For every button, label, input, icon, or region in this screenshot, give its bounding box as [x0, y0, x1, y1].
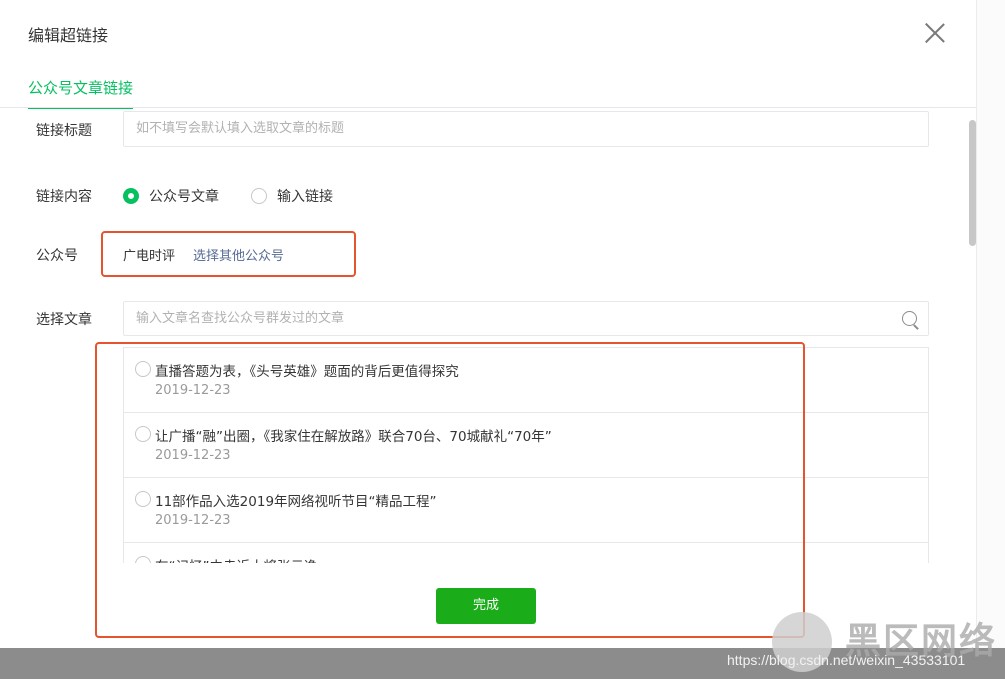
- account-label: 公众号: [36, 248, 78, 264]
- radio-input-link-label: 输入链接: [277, 189, 333, 205]
- highlight-box-account: [101, 231, 356, 277]
- edit-hyperlink-dialog: 编辑超链接 公众号文章链接 链接标题 如不填写会默认填入选取文章的标题 链接内容…: [0, 0, 976, 648]
- radio-input-link[interactable]: 输入链接: [251, 186, 333, 206]
- scrollbar-track[interactable]: [976, 0, 1005, 648]
- link-title-input[interactable]: 如不填写会默认填入选取文章的标题: [123, 111, 929, 147]
- close-icon[interactable]: [922, 20, 948, 46]
- link-content-label: 链接内容: [36, 189, 92, 205]
- select-article-label: 选择文章: [36, 312, 92, 328]
- radio-article[interactable]: 公众号文章: [123, 186, 219, 206]
- radio-checked-icon: [123, 188, 139, 204]
- link-title-label: 链接标题: [36, 123, 92, 139]
- scrollbar-thumb[interactable]: [969, 120, 976, 246]
- tab-article-link[interactable]: 公众号文章链接: [28, 77, 134, 109]
- watermark-url: https://blog.csdn.net/weixin_43533101: [727, 652, 966, 668]
- tabs-divider: [0, 107, 976, 108]
- radio-article-label: 公众号文章: [149, 189, 219, 205]
- radio-unchecked-icon: [251, 188, 267, 204]
- article-search-input[interactable]: 输入文章名查找公众号群发过的文章: [123, 301, 929, 336]
- dialog-title: 编辑超链接: [28, 26, 109, 45]
- highlight-box-articles: [95, 342, 805, 638]
- search-icon[interactable]: [902, 311, 917, 326]
